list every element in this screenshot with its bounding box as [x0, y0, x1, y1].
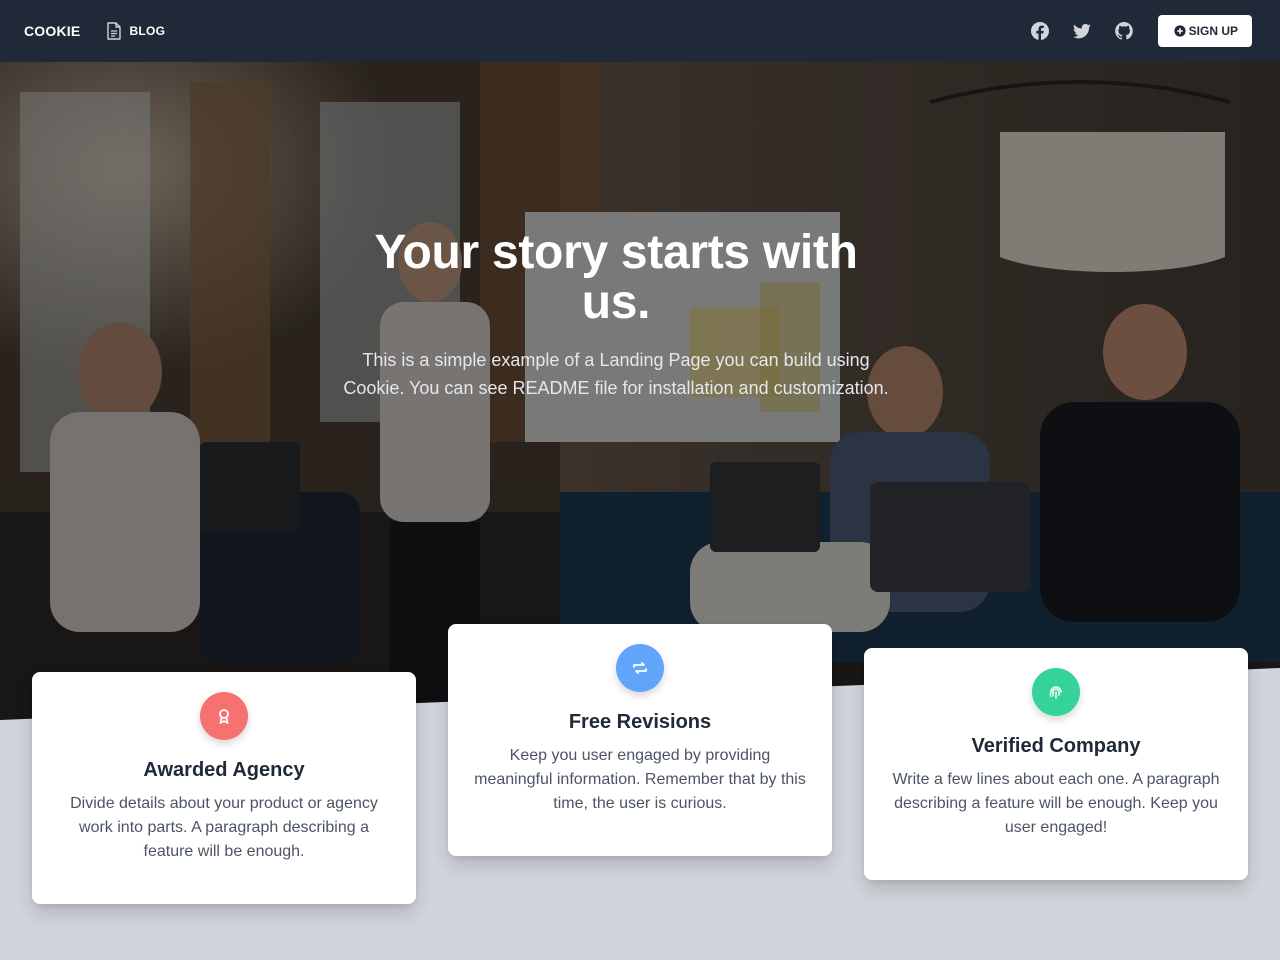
blog-label: BLOG	[129, 24, 166, 38]
nav-left: COOKIE BLOG	[24, 22, 165, 40]
github-link[interactable]	[1114, 21, 1134, 41]
feature-icon-badge	[616, 644, 664, 692]
document-icon	[107, 22, 122, 40]
sign-up-label: SIGN UP	[1188, 24, 1238, 38]
blog-link[interactable]: BLOG	[106, 22, 165, 40]
twitter-link[interactable]	[1072, 21, 1092, 41]
hero-section: Your story starts with us. This is a sim…	[0, 62, 1280, 722]
feature-card-awarded-agency: Awarded Agency Divide details about your…	[32, 672, 416, 904]
sign-up-button[interactable]: SIGN UP	[1157, 15, 1252, 47]
feature-icon-badge	[1032, 668, 1080, 716]
facebook-icon	[1030, 22, 1049, 40]
feature-title: Awarded Agency	[143, 759, 305, 781]
twitter-icon	[1072, 23, 1091, 39]
facebook-link[interactable]	[1030, 21, 1050, 41]
landing-page: COOKIE BLOG SIGN UP Your story starts wi…	[0, 0, 1280, 960]
feature-title: Verified Company	[971, 735, 1141, 757]
hero-content: Your story starts with us. This is a sim…	[340, 228, 892, 402]
feature-description: Write a few lines about each one. A para…	[892, 771, 1220, 836]
navbar: COOKIE BLOG SIGN UP	[0, 0, 1280, 62]
plus-circle-icon	[1174, 25, 1186, 37]
hero-description: This is a simple example of a Landing Pa…	[343, 350, 889, 398]
retweet-icon	[633, 662, 647, 674]
feature-card-free-revisions: Free Revisions Keep you user engaged by …	[448, 624, 832, 856]
hero-title: Your story starts with us.	[374, 226, 858, 329]
github-icon	[1114, 22, 1133, 40]
feature-description: Divide details about your product or age…	[70, 795, 378, 860]
feature-icon-badge	[200, 692, 248, 740]
brand-logo-link[interactable]: COOKIE	[24, 23, 80, 39]
fingerprint-icon	[1049, 686, 1062, 699]
feature-title: Free Revisions	[568, 711, 712, 733]
feature-card-verified-company: Verified Company Write a few lines about…	[864, 648, 1248, 880]
nav-right: SIGN UP	[1008, 15, 1252, 47]
feature-description: Keep you user engaged by providing meani…	[474, 747, 806, 812]
award-icon	[219, 709, 229, 724]
